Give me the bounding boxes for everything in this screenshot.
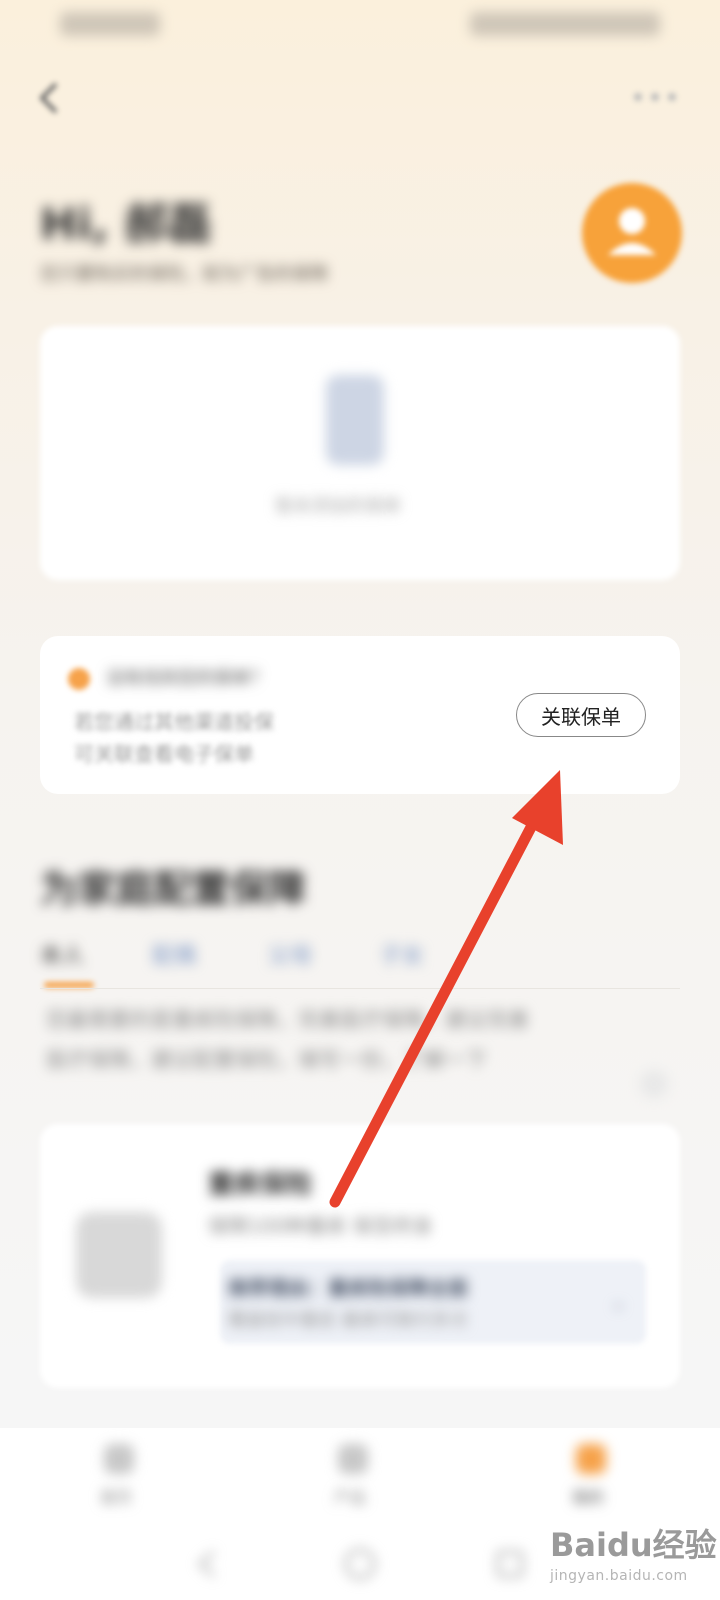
watermark-logo: Baidu经验 <box>550 1526 717 1564</box>
tab-divider <box>40 988 680 989</box>
tip-title: 没有找到您的保单？ <box>106 668 268 689</box>
grid-icon[interactable] <box>338 1444 368 1474</box>
product-reason-sub: 覆盖轻中重症 最高可赔付多次 <box>228 1310 468 1331</box>
nav-label-product[interactable]: 产品 <box>334 1484 366 1508</box>
status-bar-left <box>60 12 160 36</box>
status-bar-right <box>470 12 660 36</box>
tab-self[interactable]: 本人 <box>40 938 84 970</box>
tip-text-line2: 可关联查看电子保单 <box>74 742 254 766</box>
chevron-down-icon[interactable]: ⌄ <box>610 1290 627 1314</box>
system-home-icon[interactable] <box>342 1546 378 1582</box>
avatar[interactable] <box>582 183 682 283</box>
person-icon[interactable] <box>576 1444 606 1474</box>
back-arrow-icon[interactable] <box>30 78 70 118</box>
link-policy-button[interactable]: 关联保单 <box>516 693 646 737</box>
tip-text-line1: 若您通过其他渠道投保 <box>74 710 274 734</box>
product-name: 重疾保险 <box>208 1170 313 1200</box>
more-icon[interactable] <box>630 90 680 104</box>
tab-parents[interactable]: 父母 <box>268 938 312 970</box>
product-image <box>76 1212 162 1298</box>
product-reason-title: 推荐理由：重疾险保障全面 <box>228 1276 468 1300</box>
watermark-url: jingyan.baidu.com <box>550 1568 688 1584</box>
tab-children[interactable]: 子女 <box>380 938 424 970</box>
tip-dot-icon <box>68 668 90 690</box>
tab-spouse[interactable]: 配偶 <box>152 938 196 970</box>
recommend-desc-line1: 您最需要的是重疾险保障，完善医疗保障，建议完善 <box>46 1008 529 1032</box>
empty-policy-icon <box>326 375 384 465</box>
product-desc: 保障100种重疾 保至终身 <box>208 1214 433 1238</box>
nav-label-mine[interactable]: 我的 <box>572 1484 604 1508</box>
greeting-subtitle: 您只要购买的保险，就为广告的保障 <box>40 264 328 285</box>
empty-policy-text: 暂未添加的保单 <box>275 496 401 517</box>
recommend-title: 为家庭配置保障 <box>40 867 307 911</box>
expand-chevron-icon[interactable] <box>640 1070 668 1098</box>
nav-label-home[interactable]: 首页 <box>100 1484 132 1508</box>
recommend-desc-line2: 医疗保障，建议配置保险，填写一份，了解一下 <box>46 1048 487 1072</box>
system-back-icon[interactable] <box>190 1546 226 1582</box>
watermark: Baidu经验 jingyan.baidu.com <box>550 1520 717 1584</box>
home-icon[interactable] <box>104 1444 134 1474</box>
person-icon <box>608 208 656 255</box>
greeting-title: Hi, 郝磊 <box>40 199 212 250</box>
system-recents-icon[interactable] <box>492 1546 528 1582</box>
